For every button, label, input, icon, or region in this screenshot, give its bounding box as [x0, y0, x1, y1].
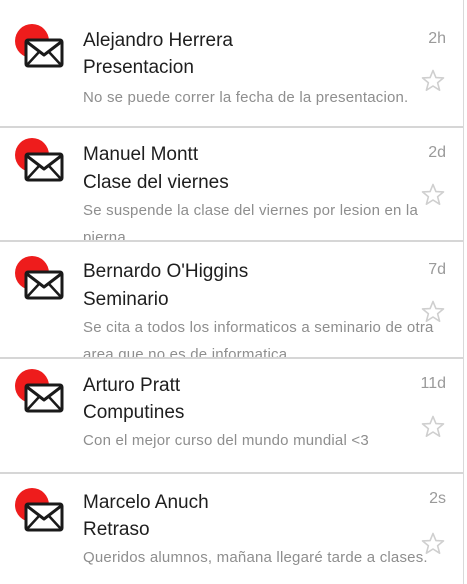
message-subject: Presentacion: [83, 57, 194, 78]
star-outline-icon[interactable]: [421, 415, 445, 438]
message-time: 2d: [428, 144, 446, 161]
sender-name: Alejandro Herrera: [83, 30, 233, 51]
message-time: 2h: [428, 30, 446, 47]
message-snippet: No se puede correr la fecha de la presen…: [83, 89, 409, 106]
message-time: 2s: [429, 490, 446, 507]
sender-name: Bernardo O'Higgins: [83, 261, 249, 282]
message-item[interactable]: Alejandro Herrera Presentacion No se pue…: [0, 0, 464, 128]
message-time: 7d: [428, 261, 446, 278]
message-subject: Seminario: [83, 289, 169, 310]
message-snippet: Se cita a todos los informaticos a semin…: [83, 319, 434, 359]
message-time: 11d: [420, 375, 446, 392]
sender-name: Manuel Montt: [83, 144, 199, 165]
message-snippet: Se suspende la clase del viernes por les…: [83, 202, 419, 242]
sender-name: Arturo Pratt: [83, 375, 181, 396]
message-item[interactable]: Marcelo Anuch Retraso Queridos alumnos, …: [0, 474, 464, 584]
avatar: [15, 488, 71, 540]
message-item[interactable]: Manuel Montt Clase del viernes Se suspen…: [0, 128, 464, 242]
star-outline-icon[interactable]: [421, 183, 445, 206]
avatar: [15, 256, 71, 308]
envelope-icon: [24, 383, 64, 413]
message-subject: Retraso: [83, 519, 150, 540]
message-item[interactable]: Bernardo O'Higgins Seminario Se cita a t…: [0, 242, 464, 359]
envelope-icon: [24, 152, 64, 182]
avatar: [15, 24, 71, 76]
avatar: [15, 138, 71, 190]
sender-name: Marcelo Anuch: [83, 492, 209, 513]
message-snippet: Con el mejor curso del mundo mundial <3: [83, 432, 369, 449]
envelope-icon: [24, 270, 64, 300]
star-outline-icon[interactable]: [421, 300, 445, 323]
star-outline-icon[interactable]: [421, 69, 445, 92]
star-outline-icon[interactable]: [421, 532, 445, 555]
avatar: [15, 369, 71, 421]
message-snippet: Queridos alumnos, mañana llegaré tarde a…: [83, 549, 428, 566]
message-subject: Clase del viernes: [83, 172, 229, 193]
envelope-icon: [24, 38, 64, 68]
message-item[interactable]: Arturo Pratt Computines Con el mejor cur…: [0, 359, 464, 474]
envelope-icon: [24, 502, 64, 532]
message-subject: Computines: [83, 402, 185, 423]
message-list: Alejandro Herrera Presentacion No se pue…: [0, 0, 467, 584]
